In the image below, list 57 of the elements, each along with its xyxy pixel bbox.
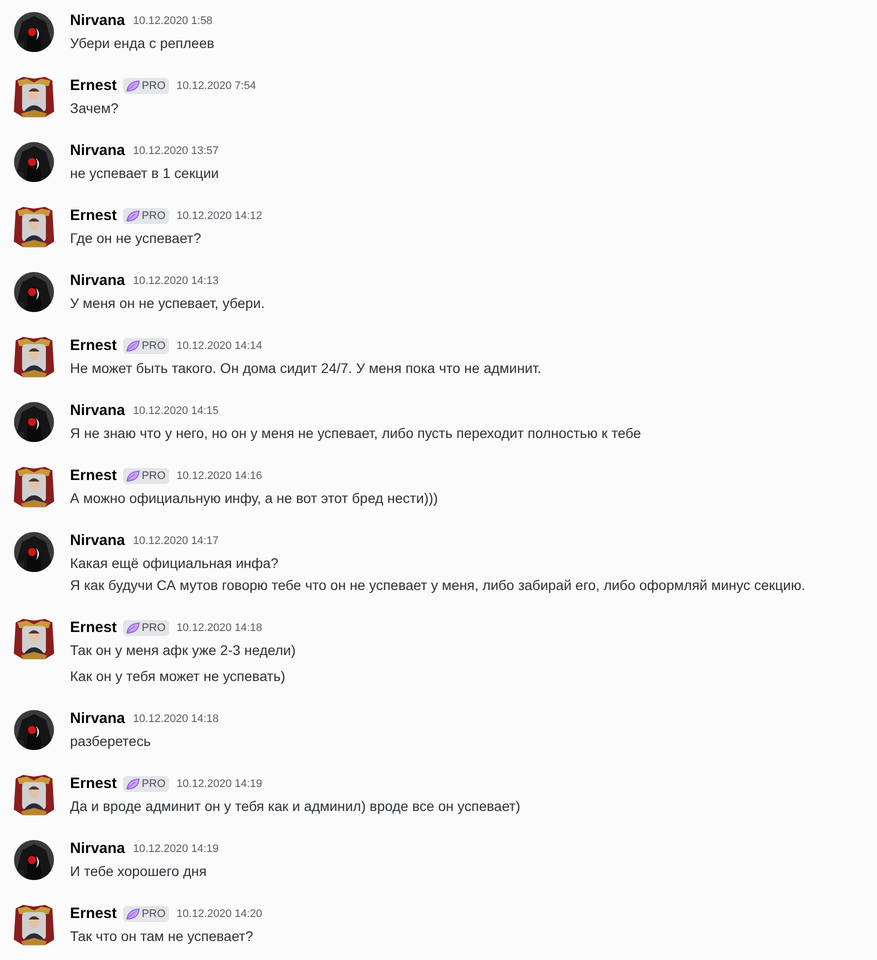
timestamp: 10.12.2020 14:15 [133, 404, 219, 419]
timestamp: 10.12.2020 14:20 [176, 906, 262, 922]
message-text: не успевает в 1 секции [70, 164, 219, 183]
author-name[interactable]: Ernest [70, 204, 117, 228]
author-name[interactable]: Nirvana [70, 400, 126, 422]
badge-label: PRO [142, 78, 166, 94]
author-name[interactable]: Ernest [70, 334, 117, 358]
timestamp: 10.12.2020 14:18 [176, 620, 262, 636]
message-text: Какая ещё официальная инфа? Я как будучи СА мутов говорю тебе что он не успевает у меня, либо забирай его, либо оформляй минус секцию. [70, 554, 806, 595]
author-name[interactable]: Ernest [70, 464, 117, 488]
timestamp: 10.12.2020 1:58 [133, 14, 213, 29]
feather-icon [126, 80, 140, 92]
author-name[interactable]: Ernest [70, 772, 117, 796]
author-name[interactable]: Ernest [70, 616, 117, 640]
message-text: Так он у меня афк уже 2-3 недели) [70, 641, 296, 660]
message-text: Не может быть такого. Он дома сидит 24/7. У меня пока что не админит. [70, 359, 542, 378]
timestamp: 10.12.2020 14:19 [176, 776, 262, 792]
author-name[interactable]: Nirvana [70, 10, 126, 32]
timestamp: 10.12.2020 14:17 [133, 534, 219, 549]
message-text: У меня он не успевает, убери. [70, 294, 265, 313]
timestamp: 10.12.2020 7:54 [176, 78, 256, 94]
badge-label: PRO [142, 620, 166, 636]
message-text: Я не знаю что у него, но он у меня не успевает, либо пусть переходит полностью к тебе [70, 424, 642, 443]
message-text: И тебе хорошего дня [70, 862, 208, 881]
timestamp: 10.12.2020 14:13 [133, 274, 219, 289]
badge-label: PRO [142, 906, 166, 922]
timestamp: 10.12.2020 14:12 [176, 208, 262, 224]
author-name[interactable]: Ernest [70, 74, 117, 98]
author-name[interactable]: Nirvana [70, 838, 126, 860]
author-name[interactable]: Nirvana [70, 140, 126, 162]
author-name[interactable]: Nirvana [70, 708, 126, 730]
feather-icon [126, 622, 140, 634]
badge-label: PRO [142, 776, 166, 792]
timestamp: 10.12.2020 14:16 [176, 468, 262, 484]
timestamp: 10.12.2020 13:57 [133, 144, 219, 159]
message-text: разберетесь [70, 732, 152, 751]
badge-label: PRO [142, 208, 166, 224]
badge-label: PRO [142, 468, 166, 484]
feather-icon [126, 778, 140, 790]
message-text: Убери енда с реплеев [70, 34, 214, 53]
author-name[interactable]: Nirvana [70, 270, 126, 292]
feather-icon [126, 340, 140, 352]
author-name[interactable]: Ernest [70, 902, 117, 926]
message-text: Да и вроде админит он у тебя как и админил) вроде все он успевает) [70, 797, 520, 816]
message-text: Как он у тебя может не успевать) [70, 667, 286, 686]
author-name[interactable]: Nirvana [70, 530, 126, 552]
message-text: Так что он там не успевает? [70, 927, 254, 946]
timestamp: 10.12.2020 14:18 [133, 712, 219, 727]
message-text: Где он не успевает? [70, 229, 202, 248]
timestamp: 10.12.2020 14:14 [176, 338, 262, 354]
message-text: Зачем? [70, 99, 120, 118]
message-text: А можно официальную инфу, а не вот этот бред нести))) [70, 489, 438, 508]
badge-label: PRO [142, 338, 166, 354]
feather-icon [126, 470, 140, 482]
feather-icon [126, 210, 140, 222]
feather-icon [126, 908, 140, 920]
timestamp: 10.12.2020 14:19 [133, 842, 219, 857]
